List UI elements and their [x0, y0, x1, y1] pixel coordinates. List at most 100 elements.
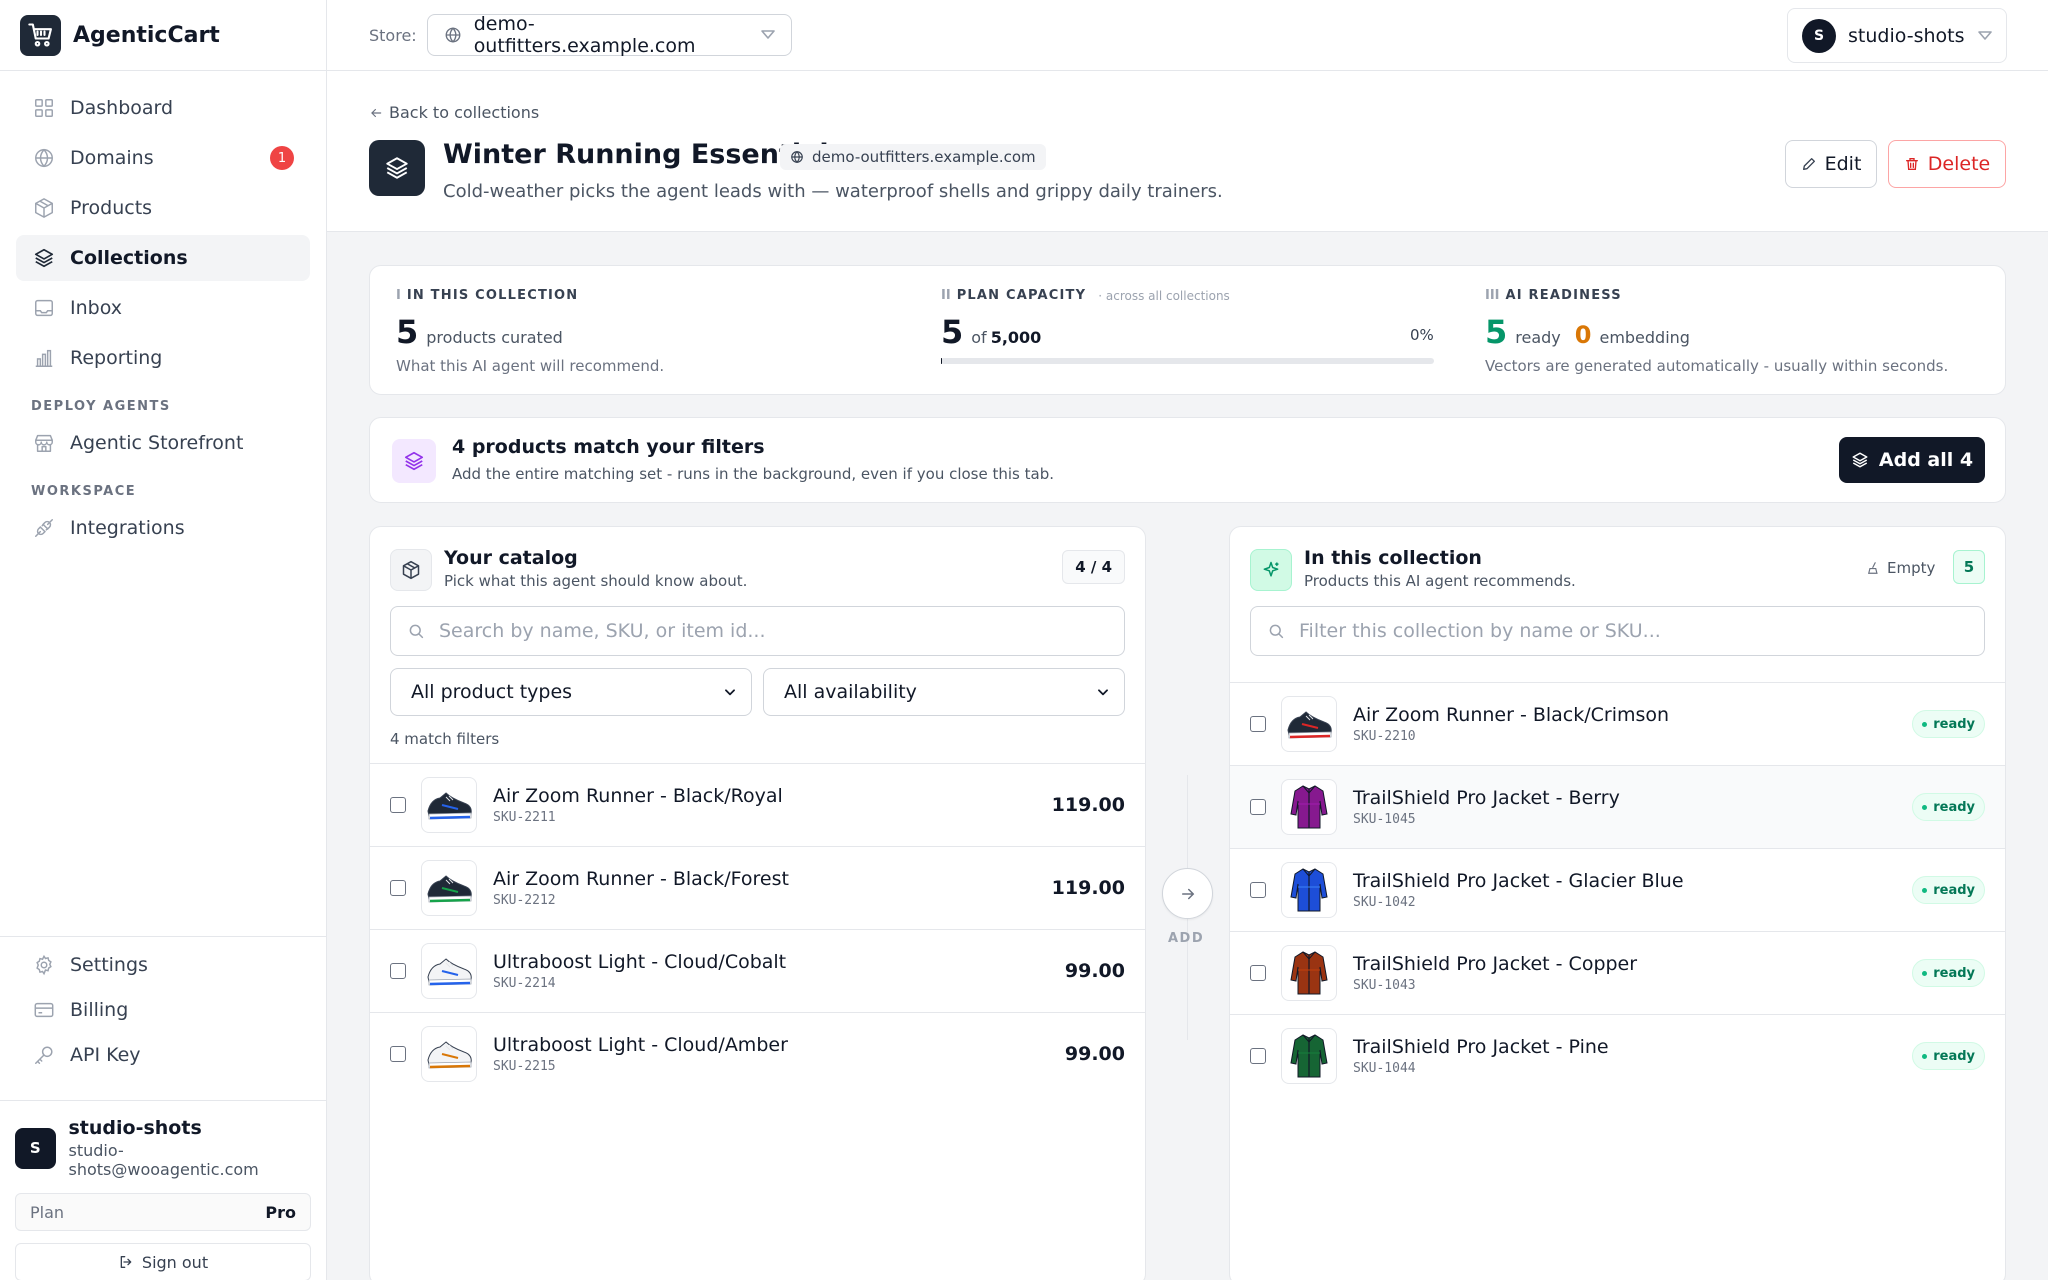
- product-thumbnail: [1281, 696, 1337, 752]
- pencil-icon: [1801, 156, 1817, 172]
- cart-logo-icon: [20, 14, 61, 56]
- status-label: ready: [1933, 882, 1975, 898]
- sidebar-item-products[interactable]: Products: [16, 185, 310, 231]
- availability-select[interactable]: All availability: [763, 668, 1125, 716]
- sidebar-item-billing[interactable]: Billing: [16, 988, 310, 1032]
- product-row[interactable]: TrailShield Pro Jacket - Glacier Blue SKU…: [1230, 848, 2005, 931]
- product-row[interactable]: TrailShield Pro Jacket - Copper SKU-1043 r…: [1230, 931, 2005, 1014]
- empty-collection-button[interactable]: Empty: [1867, 559, 1935, 577]
- select-checkbox[interactable]: [390, 1046, 406, 1062]
- select-checkbox[interactable]: [390, 797, 406, 813]
- product-row[interactable]: Air Zoom Runner - Black/Forest SKU-2212 11…: [370, 846, 1145, 929]
- account-selector[interactable]: S studio-shots: [1787, 8, 2007, 63]
- plug-icon: [32, 516, 56, 540]
- collection-filter-input[interactable]: Filter this collection by name or SKU...: [1250, 606, 1985, 656]
- select-checkbox[interactable]: [1250, 716, 1266, 732]
- sidebar-item-inbox[interactable]: Inbox: [16, 285, 310, 331]
- product-row[interactable]: Ultraboost Light - Cloud/Cobalt SKU-2214 9…: [370, 929, 1145, 1012]
- arrow-left-icon: [369, 106, 383, 120]
- store-selector[interactable]: demo-outfitters.example.com: [426, 13, 792, 57]
- catalog-title: Your catalog: [444, 547, 578, 569]
- delete-label: Delete: [1927, 153, 1991, 175]
- sidebar-item-api-key[interactable]: API Key: [16, 1033, 310, 1077]
- gear-icon: [32, 953, 56, 977]
- status-label: ready: [1933, 1048, 1975, 1064]
- search-icon: [407, 622, 425, 640]
- capacity-percent: 0%: [1410, 326, 1434, 344]
- status-badge: ready: [1912, 1042, 1985, 1070]
- sidebar-item-collections[interactable]: Collections: [16, 235, 310, 281]
- product-name: TrailShield Pro Jacket - Copper: [1353, 953, 1638, 975]
- sidebar-item-reporting[interactable]: Reporting: [16, 335, 310, 381]
- select-checkbox[interactable]: [1250, 799, 1266, 815]
- collection-header: Back to collections Winter Running Essen…: [327, 71, 2048, 232]
- collection-count-badge: 5: [1953, 550, 1985, 584]
- add-all-button[interactable]: Add all 4: [1839, 437, 1985, 483]
- layers-icon: [1851, 451, 1869, 469]
- inbox-icon: [32, 296, 56, 320]
- top-bar: Store: demo-outfitters.example.com S stu…: [327, 0, 2048, 71]
- sidebar-item-domains[interactable]: Domains 1: [16, 135, 310, 181]
- status-badge: ready: [1912, 793, 1985, 821]
- brand[interactable]: AgenticCart: [0, 0, 326, 71]
- domain-badge-text: demo-outfitters.example.com: [812, 148, 1036, 166]
- product-sku: SKU-2211: [493, 810, 556, 825]
- back-to-collections-link[interactable]: Back to collections: [369, 103, 539, 122]
- product-thumbnail: [421, 860, 477, 916]
- product-sku: SKU-2214: [493, 976, 556, 991]
- grid-icon: [32, 96, 56, 120]
- product-sku: SKU-2215: [493, 1059, 556, 1074]
- select-checkbox[interactable]: [1250, 1048, 1266, 1064]
- avatar: S: [15, 1127, 56, 1169]
- product-sku: SKU-1045: [1353, 812, 1416, 827]
- product-name: TrailShield Pro Jacket - Berry: [1353, 787, 1620, 809]
- product-row[interactable]: TrailShield Pro Jacket - Pine SKU-1044 rea…: [1230, 1014, 2005, 1097]
- product-name: Air Zoom Runner - Black/Forest: [493, 868, 789, 890]
- catalog-search-input[interactable]: Search by name, SKU, or item id...: [390, 606, 1125, 656]
- product-row[interactable]: Ultraboost Light - Cloud/Amber SKU-2215 99…: [370, 1012, 1145, 1095]
- sign-out-button[interactable]: Sign out: [15, 1243, 311, 1280]
- sidebar-item-agentic-storefront[interactable]: Agentic Storefront: [16, 420, 310, 466]
- edit-button[interactable]: Edit: [1785, 140, 1877, 188]
- product-row[interactable]: Air Zoom Runner - Black/Royal SKU-2211 119…: [370, 763, 1145, 846]
- store-value: demo-outfitters.example.com: [473, 13, 696, 57]
- product-row[interactable]: TrailShield Pro Jacket - Berry SKU-1045 re…: [1230, 765, 2005, 848]
- chevron-down-icon: [1096, 685, 1110, 699]
- box-icon: [390, 549, 432, 591]
- sidebar-item-label: Integrations: [70, 517, 185, 539]
- status-dot: [1922, 887, 1928, 893]
- catalog-product-list: Air Zoom Runner - Black/Royal SKU-2211 119…: [370, 763, 1145, 1095]
- product-thumbnail: [1281, 779, 1337, 835]
- sidebar-item-dashboard[interactable]: Dashboard: [16, 85, 310, 131]
- product-name: TrailShield Pro Jacket - Glacier Blue: [1353, 870, 1684, 892]
- filter-match-banner: 4 products match your filters Add the en…: [369, 417, 2006, 503]
- product-thumbnail: [421, 1026, 477, 1082]
- stat-roman: II: [941, 288, 951, 303]
- product-type-select[interactable]: All product types: [390, 668, 752, 716]
- product-price: 99.00: [1064, 960, 1125, 982]
- product-name: Ultraboost Light - Cloud/Amber: [493, 1034, 788, 1056]
- edit-label: Edit: [1824, 153, 1862, 175]
- account-name: studio-shots: [1848, 24, 1965, 47]
- select-checkbox[interactable]: [1250, 965, 1266, 981]
- sidebar-item-settings[interactable]: Settings: [16, 943, 310, 987]
- sidebar-item-integrations[interactable]: Integrations: [16, 505, 310, 551]
- avatar: S: [1802, 18, 1836, 53]
- select-checkbox[interactable]: [390, 963, 406, 979]
- delete-button[interactable]: Delete: [1888, 140, 2006, 188]
- select-checkbox[interactable]: [390, 880, 406, 896]
- stat-label: IN THIS COLLECTION: [406, 288, 579, 303]
- product-sku: SKU-2210: [1353, 729, 1416, 744]
- sidebar-item-label: API Key: [70, 1044, 141, 1066]
- main-nav: Dashboard Domains 1 Products Collections…: [0, 71, 326, 551]
- sidebar-item-label: Domains: [70, 147, 154, 169]
- status-badge: ready: [1912, 959, 1985, 987]
- layers-icon: [392, 439, 436, 483]
- select-checkbox[interactable]: [1250, 882, 1266, 898]
- add-to-collection-button[interactable]: [1162, 868, 1213, 919]
- stat-note: What this AI agent will recommend.: [396, 357, 665, 375]
- product-row[interactable]: Air Zoom Runner - Black/Crimson SKU-2210 r…: [1230, 682, 2005, 765]
- product-name: TrailShield Pro Jacket - Pine: [1353, 1036, 1609, 1058]
- product-thumbnail: [421, 943, 477, 999]
- trash-icon: [1904, 156, 1920, 172]
